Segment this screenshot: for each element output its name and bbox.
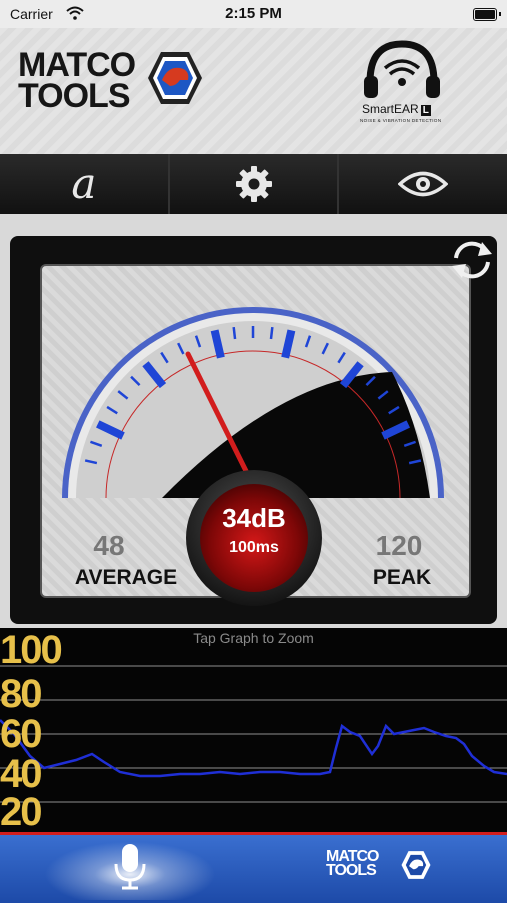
bottom-logo-line2: TOOLS [326, 864, 378, 878]
sample-interval: 100ms [186, 539, 322, 557]
y-tick-20: 20 [0, 792, 41, 832]
bottom-matco-logo[interactable]: MATCO TOOLS [326, 850, 378, 879]
peak-value: 120 [334, 530, 464, 562]
reading-display [200, 484, 308, 592]
smartear-suffix: L [421, 105, 431, 116]
y-tick-40: 40 [0, 754, 41, 794]
average-value: 48 [44, 530, 174, 562]
graph-hint: Tap Graph to Zoom [0, 630, 507, 646]
font-style-button[interactable]: a [0, 154, 170, 214]
smartear-tagline: NOISE & VIBRATION DETECTION [360, 118, 441, 123]
gauge-tick [271, 327, 272, 339]
peak-label: PEAK [337, 566, 467, 590]
battery-icon [473, 8, 497, 21]
refresh-icon[interactable] [448, 238, 496, 282]
microphone-icon [112, 842, 148, 890]
smartear-name: SmartEAR [362, 102, 419, 116]
logo-line2: TOOLS [18, 81, 135, 112]
app-header: MATCO TOOLS SmartEARL NOISE & VIBRATION … [0, 28, 507, 154]
eye-icon [398, 169, 448, 199]
headphones-icon [360, 38, 444, 100]
matco-hex-emblem [146, 50, 204, 106]
status-time: 2:15 PM [0, 5, 507, 22]
level-graph[interactable]: 100 80 60 40 20 [0, 628, 507, 834]
toolbar: a [0, 154, 507, 214]
graph-plot [0, 628, 507, 834]
average-label: AVERAGE [61, 566, 191, 590]
y-tick-80: 80 [0, 674, 41, 714]
italic-a-icon: a [71, 163, 96, 205]
smartear-wordmark: SmartEARL [362, 102, 431, 116]
settings-button[interactable] [170, 154, 340, 214]
battery-tip [499, 12, 501, 16]
logo-line1: MATCO [18, 50, 135, 81]
db-reading: 34dB [186, 503, 322, 534]
bottom-matco-emblem [400, 850, 432, 880]
y-tick-60: 60 [0, 714, 41, 754]
view-button[interactable] [339, 154, 507, 214]
gear-icon [234, 164, 274, 204]
status-bar: Carrier 2:15 PM [0, 0, 507, 28]
matco-logo: MATCO TOOLS [18, 50, 135, 111]
gauge-tick [234, 327, 235, 339]
